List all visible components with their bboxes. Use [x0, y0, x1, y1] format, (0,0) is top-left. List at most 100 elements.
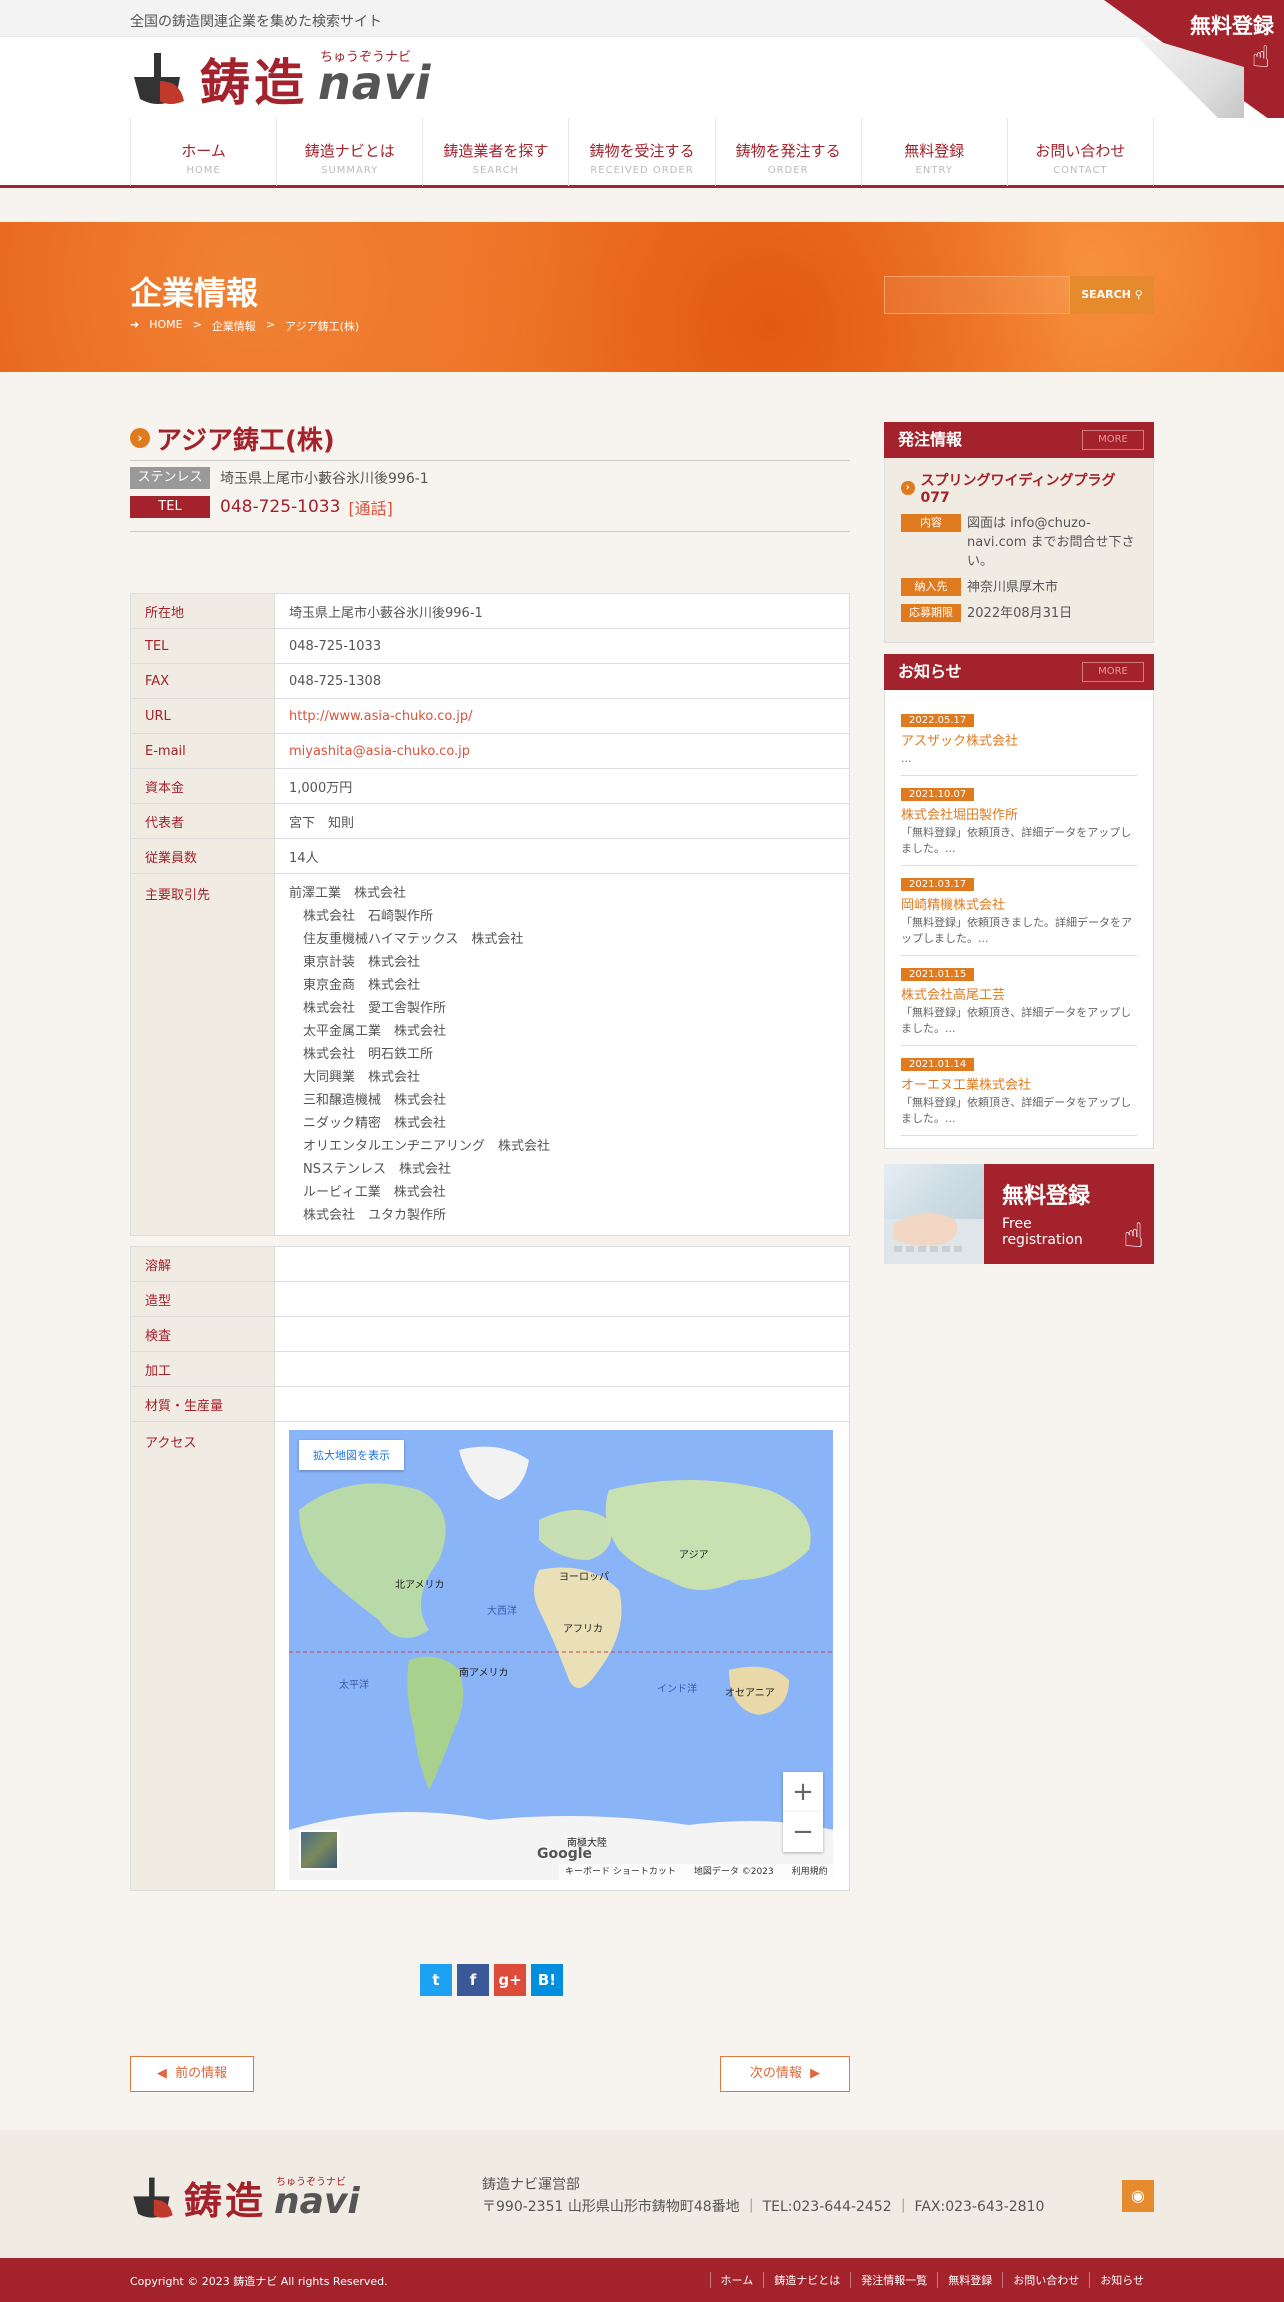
order-item-title[interactable]: › スプリングワイディングプラグ077	[901, 470, 1137, 506]
rss-icon[interactable]: ◉	[1122, 2180, 1154, 2212]
footer-logo-kana: ちゅうぞうナビ	[276, 2177, 347, 2188]
free-registration-banner[interactable]: 無料登録 Free registration ☝	[884, 1164, 1154, 1264]
footer-logo[interactable]: 鋳造 ちゅうぞうナビ navi	[130, 2170, 360, 2225]
footer-link-news[interactable]: お知らせ	[1089, 2272, 1154, 2288]
nav-sublabel: SUMMARY	[321, 165, 379, 176]
row-key: 資本金	[130, 768, 275, 804]
zoom-out-button[interactable]: −	[783, 1812, 823, 1852]
nav-home[interactable]: ホーム HOME	[130, 118, 276, 186]
pointer-hand-icon: ☝	[1123, 1216, 1144, 1256]
news-widget: お知らせ MORE 2022.05.17 アスザック株式会社... 2021.10…	[884, 654, 1154, 1149]
search-input[interactable]	[884, 276, 1070, 314]
list-item: 大同興業 株式会社	[303, 1070, 421, 1085]
call-link[interactable]: [通話]	[348, 495, 393, 519]
map-label: インド洋	[657, 1684, 697, 1695]
list-item: 住友重機械ハイマテックス 株式会社	[303, 932, 524, 947]
row-key: 材質・生産量	[130, 1386, 275, 1422]
order-destination: 神奈川県厚木市	[967, 580, 1059, 595]
row-value	[274, 1316, 850, 1352]
site-logo[interactable]: 鋳造 ちゅうぞうナビ navi	[130, 49, 432, 112]
website-link[interactable]: http://www.asia-chuko.co.jp/	[289, 709, 472, 724]
news-excerpt: 「無料登録」依頼頂き、詳細データをアップしました。...	[901, 826, 1132, 855]
twitter-icon[interactable]: t	[420, 1964, 452, 1996]
nav-order[interactable]: 鋳物を発注する ORDER	[714, 118, 861, 186]
news-item-title[interactable]: 株式会社堀田製作所	[901, 804, 1137, 823]
nav-label: 無料登録	[904, 142, 965, 160]
list-item[interactable]: 2021.01.14 オーエヌ工業株式会社 「無料登録」依頼頂き、詳細データをアップ…	[901, 1046, 1137, 1136]
company-name: › アジア鋳工(株)	[130, 420, 850, 456]
list-item: 前澤工業 株式会社	[289, 886, 407, 901]
orders-body: › スプリングワイディングプラグ077 内容 図面は info@chuzo-nav…	[884, 458, 1154, 643]
breadcrumb-separator: >	[192, 318, 202, 331]
news-item-title[interactable]: アスザック株式会社	[901, 730, 1137, 749]
row-value	[274, 1246, 850, 1282]
nav-contact[interactable]: お問い合わせ CONTACT	[1006, 118, 1154, 186]
logo-kana: ちゅうぞうナビ	[320, 50, 412, 65]
email-link[interactable]: miyashita@asia-chuko.co.jp	[289, 744, 470, 759]
news-item-title[interactable]: 岡崎精機株式会社	[901, 894, 1137, 913]
table-row: 資本金 1,000万円	[130, 768, 850, 804]
nav-received-order[interactable]: 鋳物を受注する RECEIVED ORDER	[568, 118, 714, 186]
content-tag: 内容	[901, 514, 961, 532]
list-item[interactable]: 2021.10.07 株式会社堀田製作所「無料登録」依頼頂き、詳細データをアップし…	[901, 776, 1137, 866]
bottom-bar: Copyright © 2023 鋳造ナビ All rights Reserve…	[0, 2258, 1284, 2302]
nav-sublabel: CONTACT	[1053, 165, 1108, 176]
order-content: 図面は info@chuzo-navi.com までお問合せ下さい。	[967, 516, 1135, 569]
google-map[interactable]: 拡大地図を表示 北アメリカ ヨーロッパ アジア 大西洋 アフリカ 太平洋 南アメ…	[289, 1430, 833, 1880]
list-item[interactable]: 2021.01.15 株式会社高尾工芸 「無料登録」依頼頂き、詳細データをアップしま…	[901, 956, 1137, 1046]
next-button[interactable]: 次の情報 ▶	[720, 2056, 850, 2092]
hatena-icon[interactable]: B!	[531, 1964, 563, 1996]
prev-button[interactable]: ◀ 前の情報	[130, 2056, 254, 2092]
list-item: ニダック精密 株式会社	[303, 1116, 447, 1131]
row-key: 溶解	[130, 1246, 275, 1282]
list-item[interactable]: 2022.05.17 アスザック株式会社...	[901, 702, 1137, 776]
news-more-button[interactable]: MORE	[1082, 662, 1144, 682]
list-item: 東京計装 株式会社	[303, 955, 421, 970]
footer-link-contact[interactable]: お問い合わせ	[1002, 2272, 1089, 2288]
table-row: URL http://www.asia-chuko.co.jp/	[130, 698, 850, 734]
list-item: 株式会社 石崎製作所	[303, 909, 434, 924]
footer-address: 〒990-2351 山形県山形市鋳物町48番地 ｜ TEL:023-644-24…	[482, 2199, 1045, 2215]
news-excerpt: 「無料登録」依頼頂き、詳細データをアップしました。...	[901, 1096, 1132, 1125]
news-item-title[interactable]: 株式会社高尾工芸	[901, 984, 1137, 1003]
company-info-table: 所在地 埼玉県上尾市小藪谷氷川後996-1 TEL 048-725-1033 FAX…	[130, 593, 850, 1236]
facebook-icon[interactable]: f	[457, 1964, 489, 1996]
pointer-hand-icon: ☝	[1251, 40, 1270, 75]
zoom-in-button[interactable]: +	[783, 1772, 823, 1812]
orders-more-button[interactable]: MORE	[1082, 430, 1144, 450]
logo-text: 鋳造	[200, 53, 308, 112]
list-item: ルービィ工業 株式会社	[303, 1185, 446, 1200]
chevron-circle-icon: ›	[901, 481, 915, 495]
nav-entry[interactable]: 無料登録 ENTRY	[860, 118, 1007, 186]
table-row: 溶解	[130, 1246, 850, 1282]
news-item-title[interactable]: オーエヌ工業株式会社	[901, 1074, 1137, 1093]
footer-link-entry[interactable]: 無料登録	[937, 2272, 1002, 2288]
news-date: 2021.10.07	[901, 788, 975, 801]
googleplus-icon[interactable]: g+	[494, 1964, 526, 1996]
satellite-toggle-button[interactable]	[299, 1830, 339, 1870]
nav-search[interactable]: 鋳造業者を探す SEARCH	[422, 118, 568, 186]
footer-link-home[interactable]: ホーム	[709, 2272, 764, 2288]
row-key: FAX	[130, 663, 275, 699]
enlarge-map-button[interactable]: 拡大地図を表示	[299, 1440, 404, 1470]
breadcrumb-company-info[interactable]: 企業情報	[212, 318, 256, 334]
main-nav: ホーム HOME 鋳造ナビとは SUMMARY 鋳造業者を探す SEARCH 鋳物を受…	[0, 118, 1284, 188]
news-excerpt: 「無料登録」依頼頂きました。詳細データをアップしました。...	[901, 916, 1132, 945]
nav-summary[interactable]: 鋳造ナビとは SUMMARY	[276, 118, 422, 186]
footer-link-orders[interactable]: 発注情報一覧	[850, 2272, 937, 2288]
row-value: 048-725-1308	[274, 663, 850, 699]
nav-label: お問い合わせ	[1035, 142, 1126, 160]
copyright: Copyright © 2023 鋳造ナビ All rights Reserve…	[130, 2275, 388, 2288]
material-tag: ステンレス	[130, 467, 210, 489]
table-row: 検査	[130, 1316, 850, 1352]
footer-link-summary[interactable]: 鋳造ナビとは	[763, 2272, 850, 2288]
breadcrumb-home[interactable]: HOME	[149, 318, 182, 334]
list-item: オリエンタルエンヂニアリング 株式会社	[303, 1139, 551, 1154]
footer-logo-text: 鋳造	[184, 2178, 267, 2223]
search-button[interactable]: SEARCH ⚲	[1070, 276, 1154, 314]
list-item[interactable]: 2021.03.17 岡崎精機株式会社 「無料登録」依頼頂きました。詳細データをアッ…	[901, 866, 1137, 956]
map-footer[interactable]: キーボード ショートカット 地図データ ©2023 利用規約	[559, 1864, 833, 1880]
list-item: 太平金属工業 株式会社	[303, 1024, 447, 1039]
process-info-table: 溶解 造型 検査 加工 材質・生産量 アクセス 拡大地図を表示 北アメリカ ヨー…	[130, 1246, 850, 1891]
footer-org: 鋳造ナビ運営部	[482, 2177, 580, 2193]
